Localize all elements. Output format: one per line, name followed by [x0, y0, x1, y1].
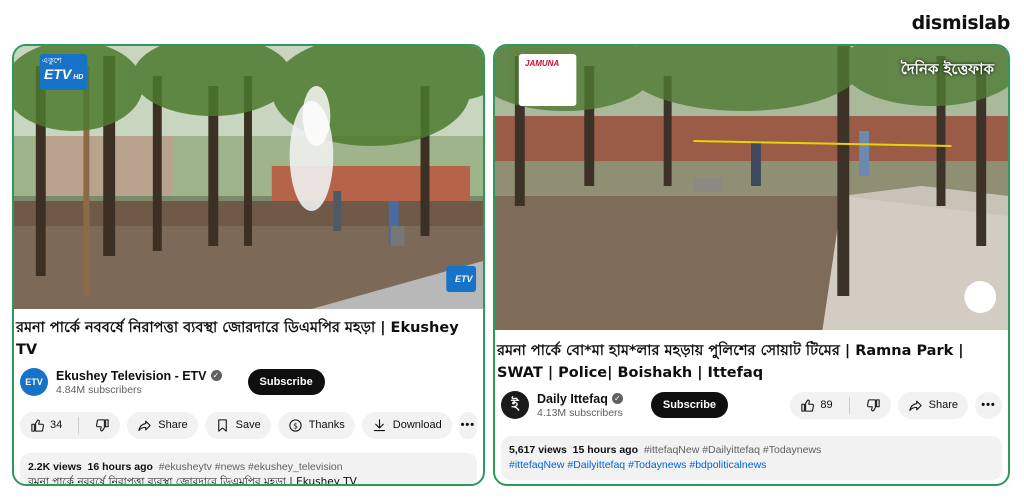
- video-frame: [14, 46, 483, 309]
- video-title: রমনা পার্কে নববর্ষে নিরাপত্তা ব্যবস্থা জ…: [16, 320, 459, 358]
- etv-corner-logo: ETV: [455, 274, 473, 284]
- upload-age: 15 hours ago: [572, 444, 638, 456]
- ittefaq-logo: দৈনিক ইত্তেফাক: [900, 60, 994, 78]
- subscribe-button[interactable]: Subscribe: [650, 392, 729, 418]
- channel-name[interactable]: Daily Ittefaq: [537, 392, 608, 406]
- channel-row: ETV Ekushey Television - ETV ✓ 4.84M subs…: [14, 363, 483, 401]
- dislike-button[interactable]: [85, 412, 120, 439]
- more-options-button[interactable]: •••: [458, 411, 477, 439]
- thumbs-down-icon: [96, 418, 109, 431]
- share-button[interactable]: Share: [127, 411, 198, 439]
- like-button[interactable]: 34: [20, 412, 72, 439]
- channel-name-row[interactable]: Daily Ittefaq ✓: [537, 392, 623, 406]
- share-icon: [908, 400, 922, 411]
- share-label: Share: [158, 419, 188, 431]
- description-box[interactable]: 2.2K views 16 hours ago #ekusheytv #news…: [20, 453, 477, 486]
- save-label: Save: [235, 419, 261, 431]
- jamuna-sponsor-logo: JAMUNA: [525, 59, 560, 68]
- bookmark-icon: [217, 418, 227, 432]
- video-card-ekushey: একুশে ETV HD ETV রমনা পার্কে নববর্ষে নিরা…: [12, 44, 485, 486]
- channel-avatar[interactable]: ETV: [20, 368, 48, 396]
- thumbs-down-icon: [866, 398, 880, 411]
- like-count: 34: [50, 419, 63, 431]
- subscribe-button[interactable]: Subscribe: [247, 369, 325, 395]
- channel-row: ই Daily Ittefaq ✓ 4.13M subscribers Subsc…: [495, 386, 1008, 424]
- description-box[interactable]: 5,617 views 15 hours ago #ittefaqNew #Da…: [501, 436, 1002, 480]
- like-button[interactable]: 89: [790, 392, 842, 419]
- etv-logo: ETV HD: [44, 66, 84, 82]
- share-label: Share: [928, 399, 958, 411]
- description-meta: 2.2K views 16 hours ago #ekusheytv #news…: [28, 460, 469, 475]
- like-count: 89: [820, 399, 833, 411]
- video-frame: [495, 46, 1008, 330]
- upload-age: 16 hours ago: [87, 461, 153, 473]
- thanks-label: Thanks: [308, 419, 345, 431]
- channel-meta: Daily Ittefaq ✓ 4.13M subscribers: [537, 392, 623, 419]
- save-button[interactable]: Save: [204, 411, 271, 439]
- more-options-button[interactable]: •••: [975, 391, 1002, 419]
- video-title: রমনা পার্কে বো*মা হাম*লার মহড়ায় পুলিশে…: [497, 343, 964, 381]
- download-label: Download: [392, 419, 442, 431]
- action-bar: 89 Share •••: [790, 391, 1002, 419]
- video-card-ittefaq: JAMUNA দৈনিক ইত্তেফাক রমনা পার্কে বো*মা …: [493, 44, 1010, 486]
- hashtags[interactable]: #ittefaqNew #Dailyittefaq #Todaynews: [644, 444, 821, 456]
- channel-avatar[interactable]: ই: [501, 391, 529, 419]
- hashtags[interactable]: #ekusheytv #news #ekushey_television: [159, 461, 343, 473]
- channel-name-row[interactable]: Ekushey Television - ETV ✓: [56, 369, 222, 383]
- verified-icon: ✓: [611, 393, 623, 404]
- video-player[interactable]: JAMUNA দৈনিক ইত্তেফাক: [495, 46, 1008, 330]
- view-count: 5,617 views: [509, 444, 567, 456]
- brand-logo: dismislab: [911, 12, 1011, 34]
- subscriber-count: 4.13M subscribers: [537, 406, 623, 419]
- video-player[interactable]: একুশে ETV HD ETV: [14, 46, 483, 309]
- share-button[interactable]: Share: [897, 391, 968, 419]
- like-dislike-group: 89: [790, 391, 891, 419]
- verified-icon: ✓: [210, 370, 222, 381]
- description-hashtags[interactable]: #ittefaqNew #Dailyittefaq #Todaynews #bd…: [509, 458, 994, 473]
- view-count: 2.2K views: [28, 461, 82, 473]
- channel-name[interactable]: Ekushey Television - ETV: [56, 369, 207, 383]
- thumbs-up-icon: [801, 399, 815, 412]
- svg-text:$: $: [293, 421, 298, 430]
- subscriber-count: 4.84M subscribers: [56, 383, 142, 396]
- like-divider: [848, 396, 850, 414]
- thumbs-up-icon: [31, 419, 44, 432]
- thanks-button[interactable]: $ Thanks: [277, 411, 355, 439]
- description-meta: 5,617 views 15 hours ago #ittefaqNew #Da…: [509, 443, 994, 458]
- super-thanks-icon: $: [289, 418, 302, 432]
- like-dislike-group: 34: [20, 411, 121, 439]
- channel-meta: Ekushey Television - ETV ✓ 4.84M subscrib…: [56, 369, 222, 396]
- download-button[interactable]: Download: [361, 411, 452, 439]
- download-icon: [373, 418, 385, 431]
- share-icon: [138, 420, 151, 431]
- like-divider: [78, 416, 80, 434]
- dislike-button[interactable]: [856, 392, 891, 419]
- action-bar: 34 Share Save $ Thanks Download •••: [14, 411, 483, 439]
- description-text: রমনা পার্কে নববর্ষে নিরাপত্তা ব্যবস্থা জ…: [28, 476, 357, 486]
